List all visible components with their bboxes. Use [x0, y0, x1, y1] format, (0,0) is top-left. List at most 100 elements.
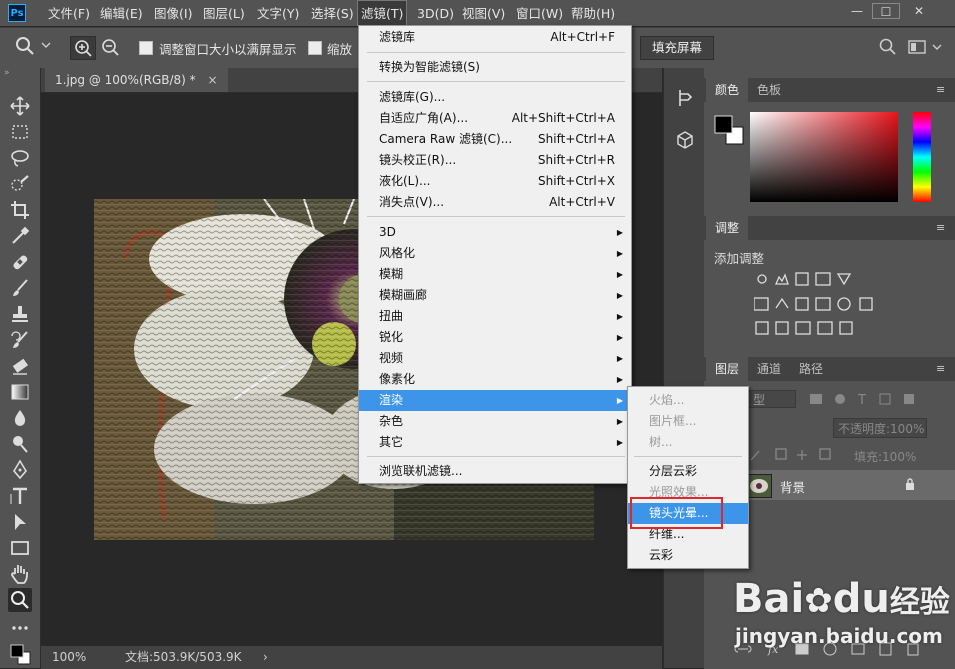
menu-item-blur[interactable]: 模糊 ▶	[359, 264, 631, 285]
path-selection-tool[interactable]	[8, 510, 32, 534]
eyedropper-tool[interactable]	[8, 224, 32, 248]
menu-item-filter-gallery-last[interactable]: 滤镜库 Alt+Ctrl+F	[359, 27, 631, 48]
menu-item-other[interactable]: 其它 ▶	[359, 432, 631, 453]
menu-item-sharpen[interactable]: 锐化 ▶	[359, 327, 631, 348]
type-filter-icon: T	[857, 393, 866, 408]
menu-separator	[367, 456, 625, 457]
menu-3d[interactable]: 3D(D)	[417, 0, 454, 26]
maximize-button[interactable]: ☐	[872, 3, 900, 19]
submenu-item-difference-clouds[interactable]: 分层云彩	[628, 461, 748, 482]
dodge-tool[interactable]	[8, 432, 32, 456]
history-brush-tool[interactable]	[8, 328, 32, 352]
lasso-tool[interactable]	[8, 146, 32, 170]
document-tab[interactable]: 1.jpg @ 100%(RGB/8) * ×	[45, 68, 228, 92]
zoom-all-checkbox[interactable]	[308, 41, 322, 55]
marquee-tool[interactable]	[8, 120, 32, 144]
menu-item-noise[interactable]: 杂色 ▶	[359, 411, 631, 432]
menu-item-lens-correction[interactable]: 镜头校正(R)... Shift+Ctrl+R	[359, 150, 631, 171]
menu-item-browse-online[interactable]: 浏览联机滤镜...	[359, 461, 631, 482]
menu-item-liquify[interactable]: 液化(L)... Shift+Ctrl+X	[359, 171, 631, 192]
healing-brush-tool[interactable]	[8, 250, 32, 274]
menu-item-render[interactable]: 渲染 ▶	[359, 390, 631, 411]
menu-image[interactable]: 图像(I)	[154, 0, 192, 26]
zoom-all-label: 缩放	[327, 42, 353, 57]
close-tab-icon[interactable]: ×	[208, 73, 218, 87]
adjust-panel-menu-icon[interactable]: ≡	[936, 216, 948, 240]
menu-item-pixelate[interactable]: 像素化 ▶	[359, 369, 631, 390]
quick-select-tool[interactable]	[8, 172, 32, 196]
search-icon[interactable]	[878, 37, 898, 60]
clone-stamp-tool[interactable]	[8, 302, 32, 326]
close-button[interactable]: ✕	[905, 3, 933, 19]
rectangle-tool[interactable]	[8, 536, 32, 560]
resize-windows-checkbox[interactable]	[139, 41, 153, 55]
tab-color[interactable]: 颜色	[706, 78, 749, 102]
menu-item-video[interactable]: 视频 ▶	[359, 348, 631, 369]
menu-item-stylize[interactable]: 风格化 ▶	[359, 243, 631, 264]
blur-tool[interactable]	[8, 406, 32, 430]
color-swatches[interactable]	[8, 642, 34, 669]
submenu-arrow-icon: ▶	[616, 396, 623, 405]
minimize-button[interactable]: —	[843, 3, 871, 19]
color-field[interactable]	[750, 112, 898, 202]
submenu-arrow-icon: ▶	[616, 375, 623, 384]
type-tool[interactable]	[8, 484, 32, 508]
tab-swatches[interactable]: 色板	[748, 78, 790, 102]
menu-view[interactable]: 视图(V)	[462, 0, 505, 26]
fill-label: 填充:	[854, 450, 883, 464]
zoom-tool-preset[interactable]	[12, 34, 52, 61]
menu-item-distort[interactable]: 扭曲 ▶	[359, 306, 631, 327]
zoom-level[interactable]: 100%	[52, 647, 86, 667]
history-icon[interactable]	[676, 88, 694, 111]
tab-paths[interactable]: 路径	[790, 357, 832, 381]
zoom-in-button[interactable]	[70, 36, 96, 60]
menu-item-adaptive-wide-angle[interactable]: 自适应广角(A)... Alt+Shift+Ctrl+A	[359, 108, 631, 129]
menu-filter[interactable]: 滤镜(T)	[357, 0, 408, 26]
opacity-field[interactable]: 不透明度:100%	[833, 418, 927, 438]
dodge-icon	[13, 436, 28, 453]
gradient-tool[interactable]	[8, 380, 32, 404]
eraser-tool[interactable]	[8, 354, 32, 378]
move-tool[interactable]	[8, 94, 32, 118]
menu-select[interactable]: 选择(S)	[311, 0, 354, 26]
layer-thumbnail	[746, 474, 772, 498]
menu-item-3d[interactable]: 3D ▶	[359, 222, 631, 243]
menu-item-vanishing-point[interactable]: 消失点(V)... Alt+Ctrl+V	[359, 192, 631, 213]
submenu-item-clouds[interactable]: 云彩	[628, 545, 748, 566]
layer-filter-kind[interactable]: 型	[746, 390, 796, 408]
fill-field[interactable]: 填充:100%	[854, 448, 916, 465]
brush-tool[interactable]	[8, 276, 32, 300]
layer-lock-icon	[904, 477, 916, 494]
menu-window[interactable]: 窗口(W)	[516, 0, 563, 26]
tab-adjustments[interactable]: 调整	[706, 216, 749, 240]
zoom-tool[interactable]	[8, 588, 32, 612]
fg-bg-swatch[interactable]	[714, 115, 746, 150]
hand-tool[interactable]	[8, 562, 32, 586]
zoom-out-button[interactable]	[98, 36, 122, 58]
stamp-icon	[12, 306, 28, 322]
tab-channels[interactable]: 通道	[748, 357, 790, 381]
pen-tool[interactable]	[8, 458, 32, 482]
menu-item-filter-gallery[interactable]: 滤镜库(G)...	[359, 87, 631, 108]
hue-slider[interactable]	[913, 112, 931, 202]
layers-panel-menu-icon[interactable]: ≡	[936, 357, 948, 381]
menu-help[interactable]: 帮助(H)	[571, 0, 615, 26]
tab-layers[interactable]: 图层	[706, 357, 749, 381]
more-tools[interactable]	[8, 616, 32, 640]
3d-cube-icon[interactable]	[676, 130, 694, 153]
color-panel-menu-icon[interactable]: ≡	[936, 78, 948, 102]
menu-item-convert-smart-filter[interactable]: 转换为智能滤镜(S)	[359, 57, 631, 78]
menu-layer[interactable]: 图层(L)	[203, 0, 245, 26]
menu-item-camera-raw[interactable]: Camera Raw 滤镜(C)... Shift+Ctrl+A	[359, 129, 631, 150]
menu-item-blur-gallery[interactable]: 模糊画廊 ▶	[359, 285, 631, 306]
workspace-switcher[interactable]	[907, 38, 947, 59]
collapse-arrows-icon[interactable]: »	[4, 68, 10, 78]
menu-edit[interactable]: 编辑(E)	[100, 0, 143, 26]
crop-tool[interactable]	[8, 198, 32, 222]
watermark-brand-cn: 经验	[889, 585, 950, 620]
submenu-item-picture-frame: 图片框...	[649, 414, 697, 428]
status-arrow[interactable]: ›	[263, 647, 268, 667]
menu-file[interactable]: 文件(F)	[48, 0, 90, 26]
menu-type[interactable]: 文字(Y)	[257, 0, 299, 26]
fill-screen-button[interactable]: 填充屏幕	[640, 36, 714, 60]
